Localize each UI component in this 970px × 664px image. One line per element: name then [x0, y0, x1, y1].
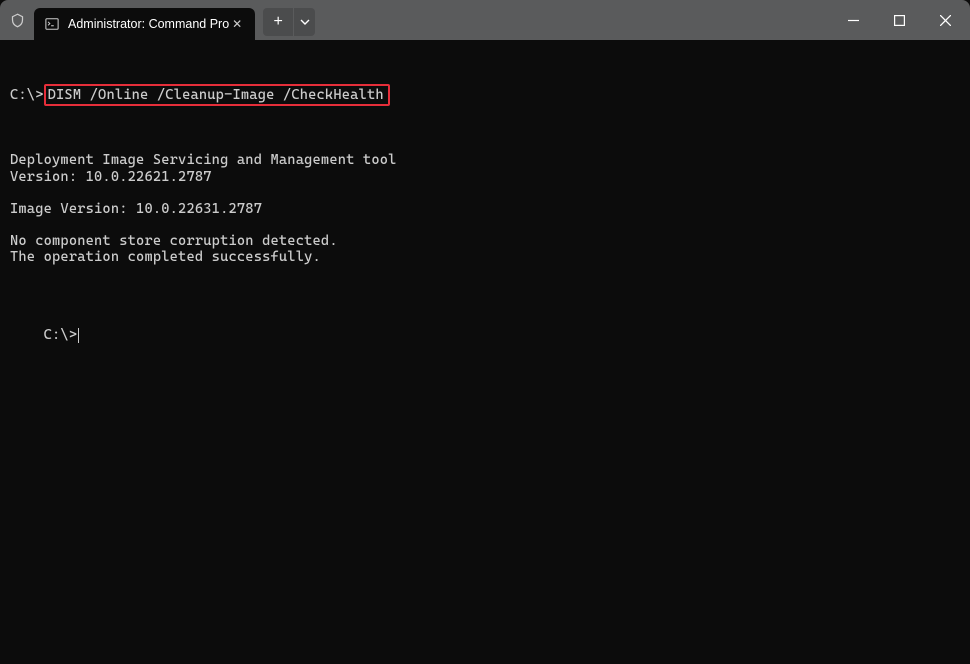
prompt-line-idle: C:\> — [10, 311, 960, 359]
terminal-content[interactable]: C:\>DISM /Online /Cleanup-Image /CheckHe… — [0, 40, 970, 388]
shield-icon — [8, 11, 26, 29]
terminal-icon — [44, 16, 60, 32]
tab-title: Administrator: Command Pro — [68, 17, 229, 31]
new-tab-group: + — [263, 8, 315, 36]
minimize-button[interactable] — [830, 0, 876, 40]
command-line: C:\>DISM /Online /Cleanup-Image /CheckHe… — [10, 84, 960, 106]
window-controls — [830, 0, 968, 40]
highlighted-command: DISM /Online /Cleanup-Image /CheckHealth — [44, 84, 390, 106]
close-tab-button[interactable]: ✕ — [229, 16, 245, 32]
new-tab-dropdown[interactable] — [293, 8, 315, 36]
new-tab-button[interactable]: + — [263, 8, 293, 36]
titlebar: Administrator: Command Pro ✕ + — [0, 0, 970, 40]
prompt-text: C:\> — [44, 327, 78, 343]
tab-command-prompt[interactable]: Administrator: Command Pro ✕ — [34, 8, 255, 40]
cursor — [78, 328, 79, 343]
command-output: Deployment Image Servicing and Managemen… — [10, 152, 960, 265]
maximize-button[interactable] — [876, 0, 922, 40]
prompt-text: C:\> — [10, 87, 44, 103]
close-window-button[interactable] — [922, 0, 968, 40]
